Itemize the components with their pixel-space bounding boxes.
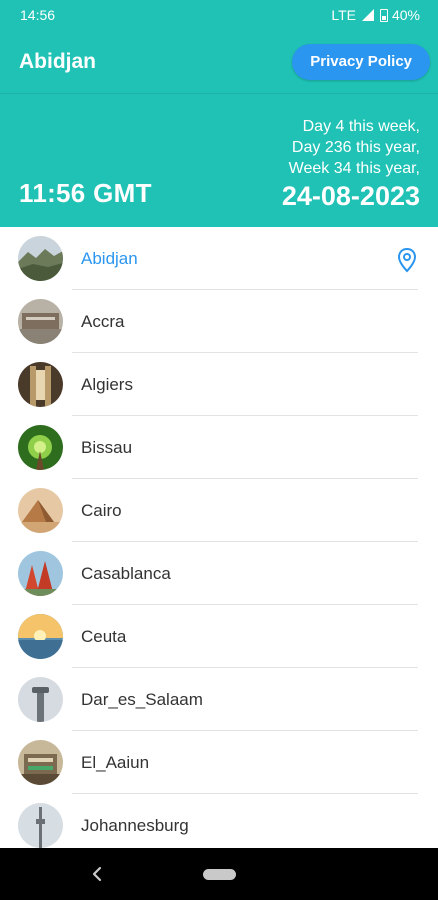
sunset-thumbnail (18, 614, 63, 659)
time-info-panel: 11:56 GMT Day 4 this week, Day 236 this … (0, 94, 438, 227)
city-name: Accra (81, 312, 125, 331)
tower-thumbnail (18, 677, 63, 722)
network-type: LTE (331, 7, 356, 23)
city-name: Cairo (81, 501, 122, 520)
city-item-johannesburg[interactable]: Johannesburg (0, 794, 438, 848)
system-nav-bar (0, 848, 438, 900)
city-name: Algiers (81, 375, 133, 394)
status-time: 14:56 (20, 7, 56, 23)
status-bar: 14:56 LTE 40% (0, 0, 438, 30)
tv-tower-thumbnail (18, 803, 63, 848)
back-icon[interactable] (90, 864, 104, 884)
city-item-bissau[interactable]: Bissau (0, 416, 438, 479)
status-indicators: LTE 40% (331, 7, 420, 23)
day-of-year: Day 236 this year, (291, 139, 420, 156)
palace-thumbnail (18, 740, 63, 785)
privacy-policy-button[interactable]: Privacy Policy (292, 43, 430, 80)
city-item-dar-es-salaam[interactable]: Dar_es_Salaam (0, 668, 438, 731)
city-name: Johannesburg (81, 816, 189, 835)
current-time-gmt: 11:56 GMT (19, 178, 152, 208)
battery-icon (379, 8, 388, 22)
pyramid-thumbnail (18, 488, 63, 533)
city-item-casablanca[interactable]: Casablanca (0, 542, 438, 605)
city-name: Abidjan (81, 249, 138, 268)
day-of-week: Day 4 this week, (302, 118, 420, 135)
landscape-thumbnail (18, 236, 63, 281)
city-name: Ceuta (81, 627, 127, 646)
app-bar: Abidjan Privacy Policy (0, 30, 438, 94)
app-title: Abidjan (19, 49, 96, 73)
city-item-ceuta[interactable]: Ceuta (0, 605, 438, 668)
city-item-el-aaiun[interactable]: El_Aaiun (0, 731, 438, 794)
city-item-algiers[interactable]: Algiers (0, 353, 438, 416)
building-thumbnail (18, 299, 63, 344)
city-list[interactable]: Abidjan Accra Algiers Bissau Cairo Casab… (0, 227, 438, 848)
week-of-year: Week 34 this year, (288, 160, 420, 177)
home-button[interactable] (203, 869, 236, 880)
red-building-thumbnail (18, 551, 63, 596)
city-item-accra[interactable]: Accra (0, 290, 438, 353)
city-item-cairo[interactable]: Cairo (0, 479, 438, 542)
city-name: Bissau (81, 438, 133, 457)
interior-thumbnail (18, 362, 63, 407)
location-pin-icon (397, 247, 417, 273)
city-name: Dar_es_Salaam (81, 690, 203, 709)
city-name: Casablanca (81, 564, 171, 583)
battery-level: 40% (391, 7, 420, 23)
forest-thumbnail (18, 425, 63, 470)
city-name: El_Aaiun (81, 753, 150, 772)
city-item-abidjan[interactable]: Abidjan (0, 227, 438, 290)
date-info: Day 4 this week, Day 236 this year, Week… (282, 116, 420, 212)
current-date: 24-08-2023 (281, 181, 420, 211)
signal-icon (361, 9, 374, 21)
